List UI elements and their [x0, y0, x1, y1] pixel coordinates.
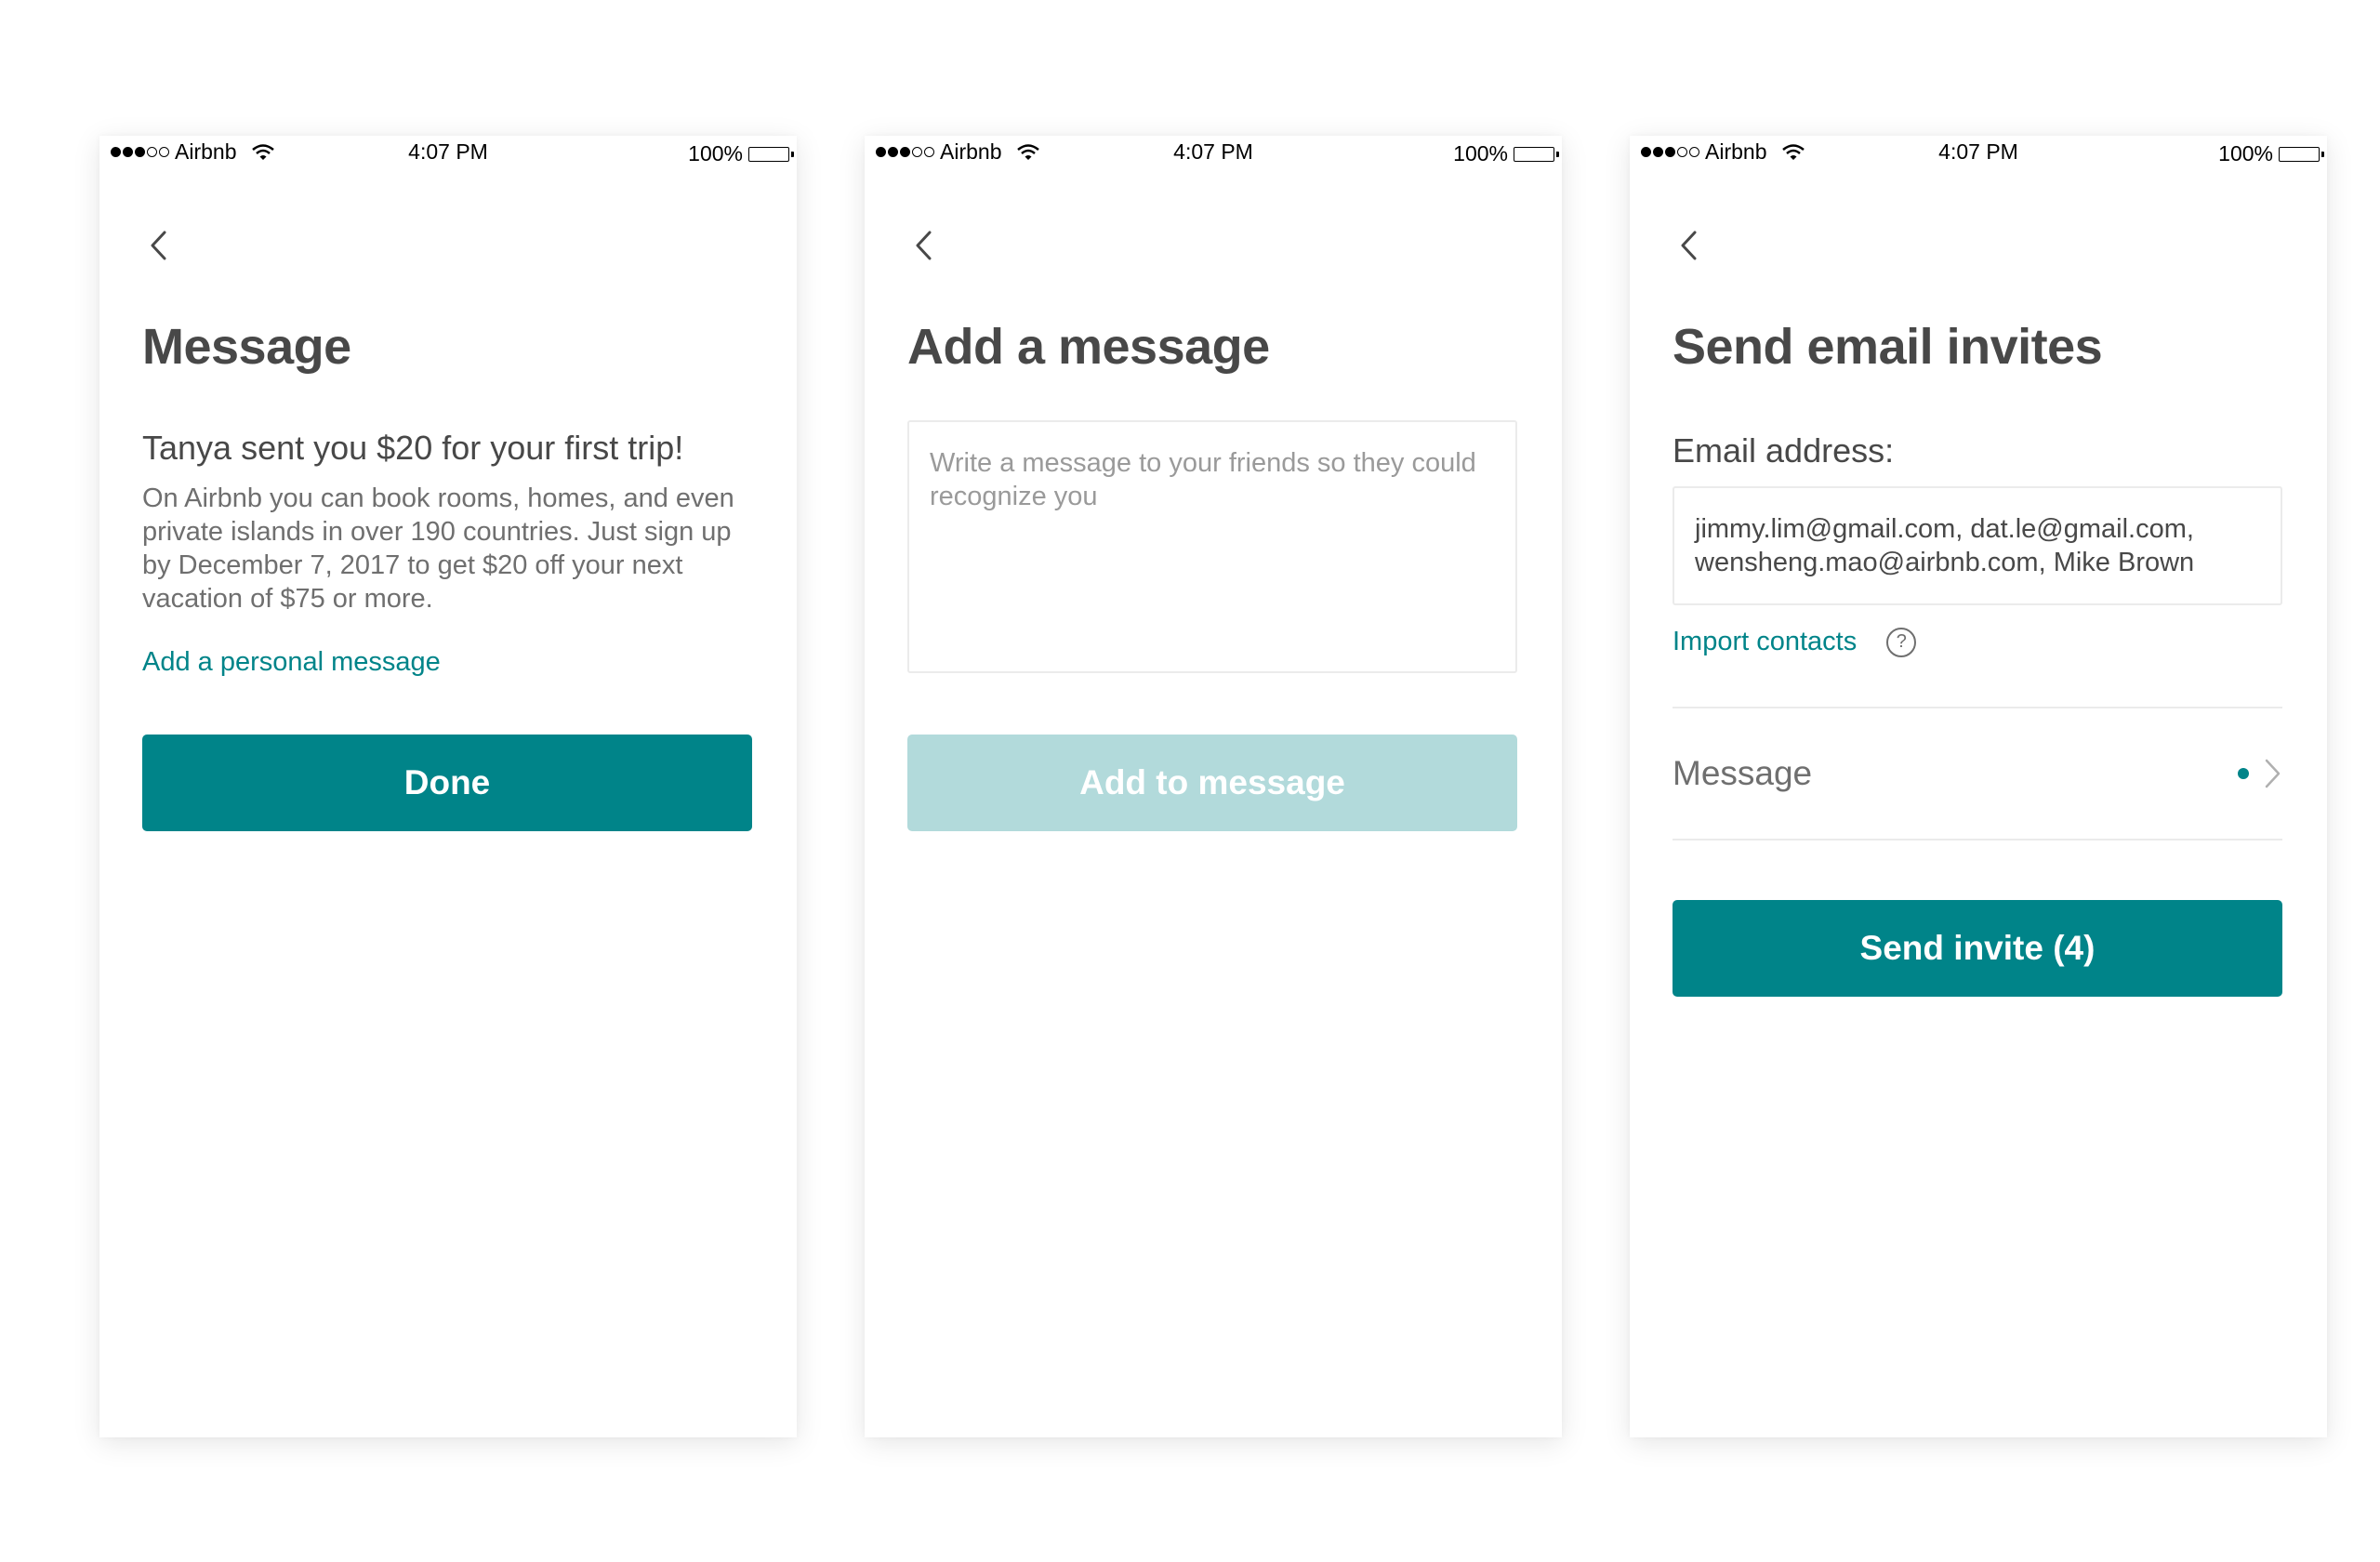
battery-icon — [1514, 146, 1559, 162]
help-icon[interactable]: ? — [1886, 627, 1917, 657]
battery-icon — [2279, 146, 2324, 162]
status-bar: Airbnb 4:07 PM 100% — [1630, 136, 2327, 173]
chevron-right-icon — [2265, 759, 2281, 788]
email-address-value: jimmy.lim@gmail.com, dat.le@gmail.com, w… — [1695, 514, 2195, 577]
message-textarea[interactable]: Write a message to your friends so they … — [907, 420, 1517, 673]
import-contacts-row: Import contacts ? — [1673, 627, 1917, 657]
send-invite-button[interactable]: Send invite (4) — [1673, 900, 2282, 997]
email-address-field[interactable]: jimmy.lim@gmail.com, dat.le@gmail.com, w… — [1673, 486, 2282, 605]
battery-percent: 100% — [1453, 141, 1508, 165]
import-contacts-link[interactable]: Import contacts — [1673, 627, 1857, 657]
back-chevron-icon[interactable] — [137, 224, 179, 267]
status-right: 100% — [688, 141, 794, 166]
page-title: Message — [142, 319, 351, 375]
add-to-message-button[interactable]: Add to message — [907, 735, 1517, 831]
message-placeholder: Write a message to your friends so they … — [930, 448, 1476, 511]
battery-percent: 100% — [2218, 141, 2273, 165]
email-field-label: Email address: — [1673, 431, 1895, 470]
page-title: Add a message — [907, 319, 1270, 375]
gift-heading: Tanya sent you $20 for your first trip! — [142, 429, 684, 467]
gift-description: On Airbnb you can book rooms, homes, and… — [142, 483, 734, 614]
page-title: Send email invites — [1673, 319, 2103, 375]
phone-screen-message: Airbnb 4:07 PM 100% Message Tanya sent y… — [99, 136, 797, 1437]
message-row-label: Message — [1673, 754, 1813, 792]
battery-percent: 100% — [688, 141, 743, 165]
status-bar: Airbnb 4:07 PM 100% — [865, 136, 1562, 173]
add-personal-message-link[interactable]: Add a personal message — [142, 647, 441, 678]
phone-screen-add-message: Airbnb 4:07 PM 100% Add a message Write … — [865, 136, 1562, 1437]
divider — [1673, 839, 2282, 841]
back-chevron-icon[interactable] — [902, 224, 945, 267]
back-chevron-icon[interactable] — [1667, 224, 1710, 267]
status-right: 100% — [1453, 141, 1559, 166]
status-right: 100% — [2218, 141, 2324, 166]
phone-screen-send-invites: Airbnb 4:07 PM 100% Send email invites E… — [1630, 136, 2327, 1437]
message-indicator-dot — [2238, 768, 2249, 779]
message-row[interactable]: Message — [1673, 708, 2282, 839]
battery-icon — [748, 146, 794, 162]
done-button[interactable]: Done — [142, 735, 752, 831]
status-bar: Airbnb 4:07 PM 100% — [99, 136, 797, 173]
